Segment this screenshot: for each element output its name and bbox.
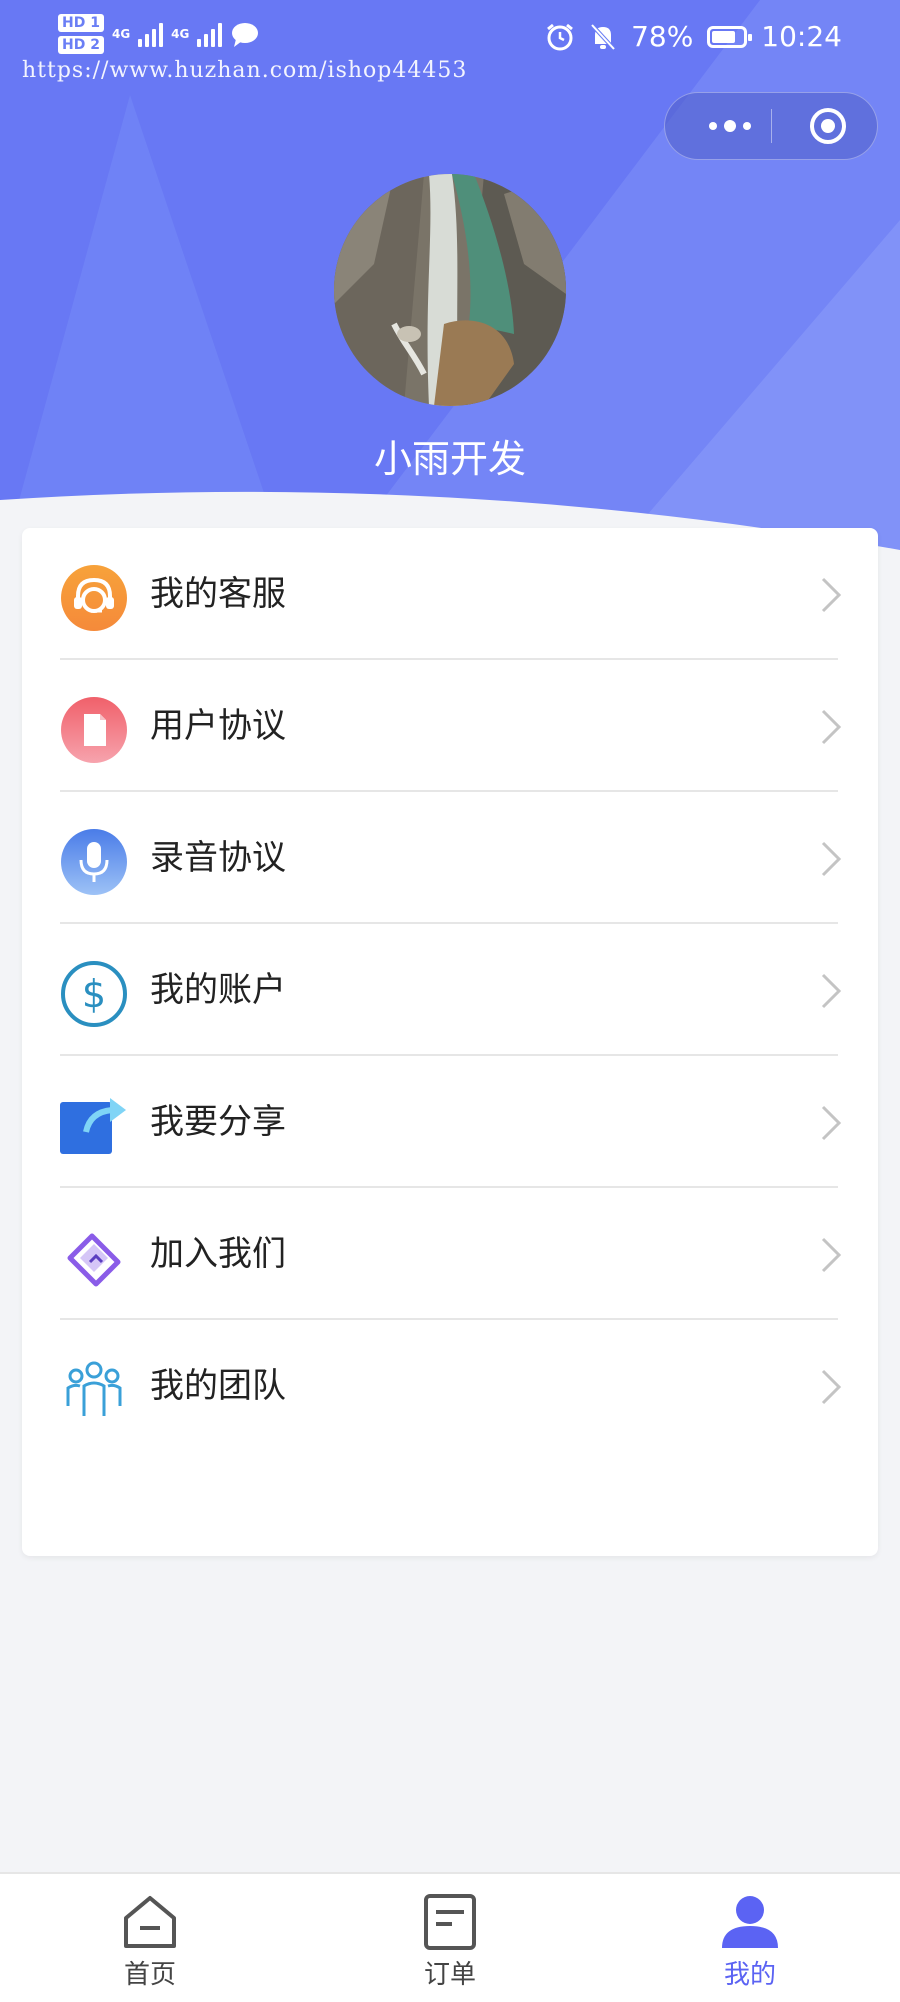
alarm-icon	[547, 23, 573, 50]
chevron-right-icon	[821, 709, 842, 745]
menu-item-label: 加入我们	[150, 1234, 286, 1274]
bottom-tab-bar: 首页 订单 我的	[0, 1872, 900, 2002]
network1-type: 4G	[111, 27, 131, 41]
mute-bell-icon	[590, 23, 616, 50]
chat-bubble-icon	[232, 23, 259, 47]
profile-header: HD 1 HD 2 4G 4G 78% 10:24 https://www.hu…	[0, 0, 900, 570]
more-dots-icon[interactable]	[695, 93, 765, 159]
chevron-right-icon	[821, 841, 842, 877]
battery-fill	[712, 30, 736, 43]
document-icon	[61, 697, 127, 763]
microphone-icon	[61, 829, 127, 895]
headset-icon	[61, 565, 127, 631]
hd2-indicator: HD 2	[58, 36, 104, 54]
signal2-icon	[197, 21, 223, 47]
share-icon	[60, 1098, 126, 1154]
chevron-right-icon	[821, 1237, 842, 1273]
home-icon	[124, 1896, 176, 1948]
menu-card: 我的客服 用户协议 录音协议 $ 我的账户 我要分享 加入我们 我的团队	[22, 528, 878, 1556]
network2-type: 4G	[171, 27, 190, 41]
avatar[interactable]	[334, 174, 566, 406]
hd-indicators: HD 1 HD 2	[58, 14, 104, 54]
menu-item-my-account[interactable]: $ 我的账户	[60, 924, 868, 1056]
waterfall-photo	[334, 174, 566, 406]
target-close-icon[interactable]	[793, 93, 863, 159]
chevron-right-icon	[821, 577, 842, 613]
svg-text:$: $	[82, 972, 106, 1016]
user-icon	[722, 1896, 778, 1948]
menu-item-label: 我的客服	[150, 574, 286, 614]
tab-home[interactable]: 首页	[0, 1874, 300, 2002]
menu-item-customer-service[interactable]: 我的客服	[60, 528, 868, 660]
capsule-divider	[771, 109, 772, 143]
tab-label: 订单	[423, 1960, 476, 1990]
tab-mine[interactable]: 我的	[600, 1874, 900, 2002]
menu-item-my-team[interactable]: 我的团队	[60, 1320, 868, 1452]
battery-percent: 78%	[631, 20, 694, 53]
username: 小雨开发	[373, 437, 526, 481]
chevron-right-icon	[821, 1369, 842, 1405]
chevron-right-icon	[821, 973, 842, 1009]
menu-item-label: 用户协议	[150, 706, 286, 746]
menu-item-user-agreement[interactable]: 用户协议	[60, 660, 868, 792]
menu-item-recording-agreement[interactable]: 录音协议	[60, 792, 868, 924]
tab-label: 我的	[723, 1960, 776, 1990]
signal1-icon	[138, 21, 164, 47]
status-time: 10:24	[761, 20, 842, 53]
menu-item-label: 录音协议	[150, 838, 286, 878]
chevron-right-icon	[821, 1105, 842, 1141]
mini-program-capsule	[664, 92, 878, 160]
menu-item-label: 我的账户	[150, 970, 286, 1010]
team-icon	[66, 1361, 122, 1416]
order-icon	[424, 1894, 476, 1950]
tab-orders[interactable]: 订单	[300, 1874, 600, 2002]
battery-icon	[707, 25, 753, 48]
handshake-icon	[67, 1233, 121, 1287]
dollar-icon: $	[61, 961, 127, 1027]
menu-item-label: 我的团队	[150, 1366, 286, 1406]
menu-item-label: 我要分享	[150, 1102, 286, 1142]
watermark-text: https://www.huzhan.com/ishop44453	[22, 58, 468, 83]
hd1-indicator: HD 1	[58, 14, 104, 32]
menu-item-share[interactable]: 我要分享	[60, 1056, 868, 1188]
status-right: 78% 10:24	[545, 20, 842, 53]
menu-item-join-us[interactable]: 加入我们	[60, 1188, 868, 1320]
status-left: HD 1 HD 2 4G 4G	[58, 14, 260, 54]
tab-label: 首页	[123, 1960, 176, 1990]
